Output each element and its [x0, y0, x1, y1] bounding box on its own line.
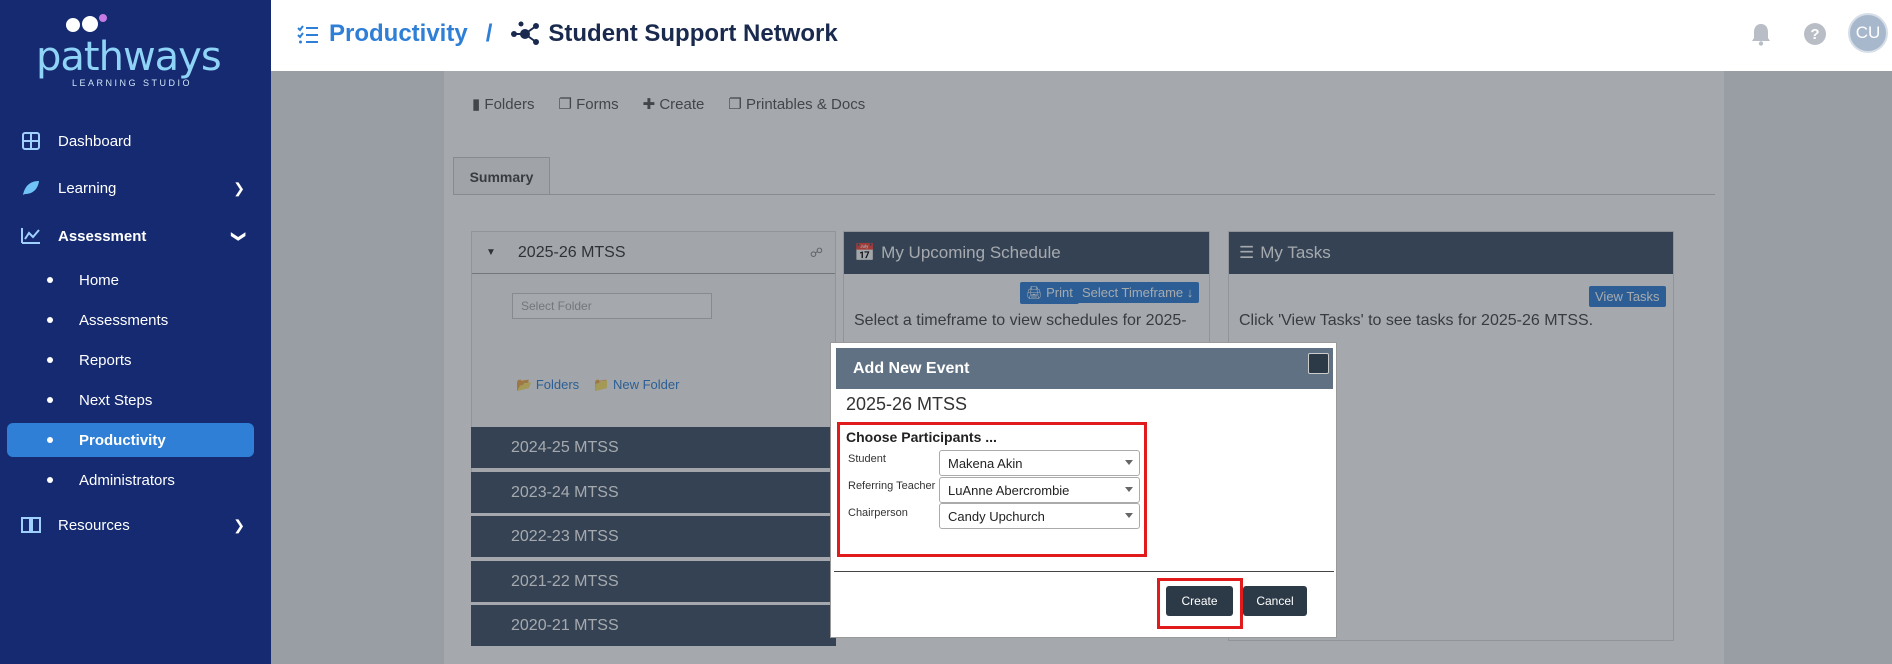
modal-title-bar: Add New Event	[836, 348, 1333, 389]
referring-teacher-label: Referring Teacher	[848, 480, 936, 492]
student-select[interactable]: Makena Akin	[939, 450, 1140, 476]
help-icon[interactable]: ?	[1801, 20, 1829, 48]
sidebar-subitem-next-steps[interactable]: Next Steps	[7, 383, 254, 417]
sidebar-subitem-productivity[interactable]: Productivity	[7, 423, 254, 457]
chart-line-icon	[20, 225, 42, 247]
referring-teacher-select-value: LuAnne Abercrombie	[948, 483, 1070, 498]
modal-subtitle: 2025-26 MTSS	[846, 394, 968, 414]
student-select-value: Makena Akin	[948, 456, 1023, 471]
modal-title: Add New Event	[853, 359, 970, 377]
logo-dot	[99, 14, 107, 22]
page-title: Student Support Network	[510, 20, 838, 48]
chevron-down-icon	[1125, 460, 1133, 465]
sidebar-item-resources[interactable]: Resources ❯	[0, 507, 271, 543]
referring-teacher-select[interactable]: LuAnne Abercrombie	[939, 477, 1140, 503]
sidebar-subitem-label: Next Steps	[79, 391, 153, 409]
close-icon[interactable]	[1308, 353, 1329, 374]
sidebar-subitem-home[interactable]: Home	[7, 263, 254, 297]
network-icon	[510, 21, 540, 47]
chevron-down-icon: ❯	[231, 230, 248, 242]
sidebar-item-label: Dashboard	[58, 132, 132, 150]
bell-icon[interactable]	[1747, 20, 1775, 48]
sidebar-item-assessment[interactable]: Assessment ❯	[0, 218, 271, 254]
sidebar-subitem-label: Reports	[79, 351, 132, 369]
brand-tagline: LEARNING STUDIO	[72, 78, 193, 88]
sidebar-item-dashboard[interactable]: Dashboard	[0, 123, 271, 159]
logo-dot	[82, 16, 98, 32]
page-title-label: Student Support Network	[548, 20, 838, 47]
sidebar-subitem-label: Assessments	[79, 311, 169, 329]
brand-name: pathways	[36, 34, 222, 80]
grid-icon	[20, 130, 42, 152]
top-header: Productivity / Student Support Network ?…	[271, 0, 1892, 71]
bullet-icon	[47, 477, 53, 483]
chairperson-label: Chairperson	[848, 507, 908, 519]
breadcrumb-root-label: Productivity	[329, 20, 468, 47]
brand-logo[interactable]: pathways LEARNING STUDIO	[36, 12, 226, 88]
modal-divider	[834, 571, 1334, 572]
book-icon	[20, 514, 42, 536]
chevron-down-icon	[1125, 513, 1133, 518]
sidebar-subitem-assessments[interactable]: Assessments	[7, 303, 254, 337]
participants-heading: Choose Participants ...	[846, 429, 997, 445]
checklist-icon	[297, 24, 319, 44]
chevron-down-icon	[1125, 487, 1133, 492]
breadcrumb-root[interactable]: Productivity	[297, 20, 468, 48]
sidebar-item-label: Learning	[58, 179, 117, 197]
add-event-modal: Add New Event 2025-26 MTSS Choose Partic…	[830, 342, 1337, 638]
sidebar-subitem-reports[interactable]: Reports	[7, 343, 254, 377]
sidebar-subitem-label: Productivity	[79, 431, 166, 449]
logo-dot	[66, 18, 80, 32]
participants-section: Choose Participants ... Student Makena A…	[837, 422, 1147, 557]
breadcrumb: Productivity / Student Support Network	[297, 20, 838, 48]
chairperson-select[interactable]: Candy Upchurch	[939, 503, 1140, 529]
sidebar-item-label: Assessment	[58, 227, 147, 245]
chevron-right-icon: ❯	[233, 516, 245, 533]
breadcrumb-separator: /	[485, 20, 493, 47]
sidebar-item-label: Resources	[58, 516, 130, 534]
sidebar-item-learning[interactable]: Learning ❯	[0, 170, 271, 206]
bullet-icon	[47, 437, 53, 443]
chairperson-select-value: Candy Upchurch	[948, 509, 1045, 524]
sidebar-subitem-administrators[interactable]: Administrators	[7, 463, 254, 497]
svg-text:?: ?	[1810, 26, 1819, 43]
cancel-button[interactable]: Cancel	[1243, 586, 1307, 616]
bullet-icon	[47, 317, 53, 323]
create-button[interactable]: Create	[1166, 586, 1233, 616]
student-label: Student	[848, 453, 886, 465]
avatar[interactable]: CU	[1848, 13, 1888, 53]
bullet-icon	[47, 357, 53, 363]
sidebar: pathways LEARNING STUDIO Dashboard Learn…	[0, 0, 271, 664]
chevron-right-icon: ❯	[233, 179, 245, 196]
leaf-icon	[20, 177, 42, 199]
sidebar-subitem-label: Home	[79, 271, 120, 289]
bullet-icon	[47, 277, 53, 283]
sidebar-subitem-label: Administrators	[79, 471, 175, 489]
bullet-icon	[47, 397, 53, 403]
